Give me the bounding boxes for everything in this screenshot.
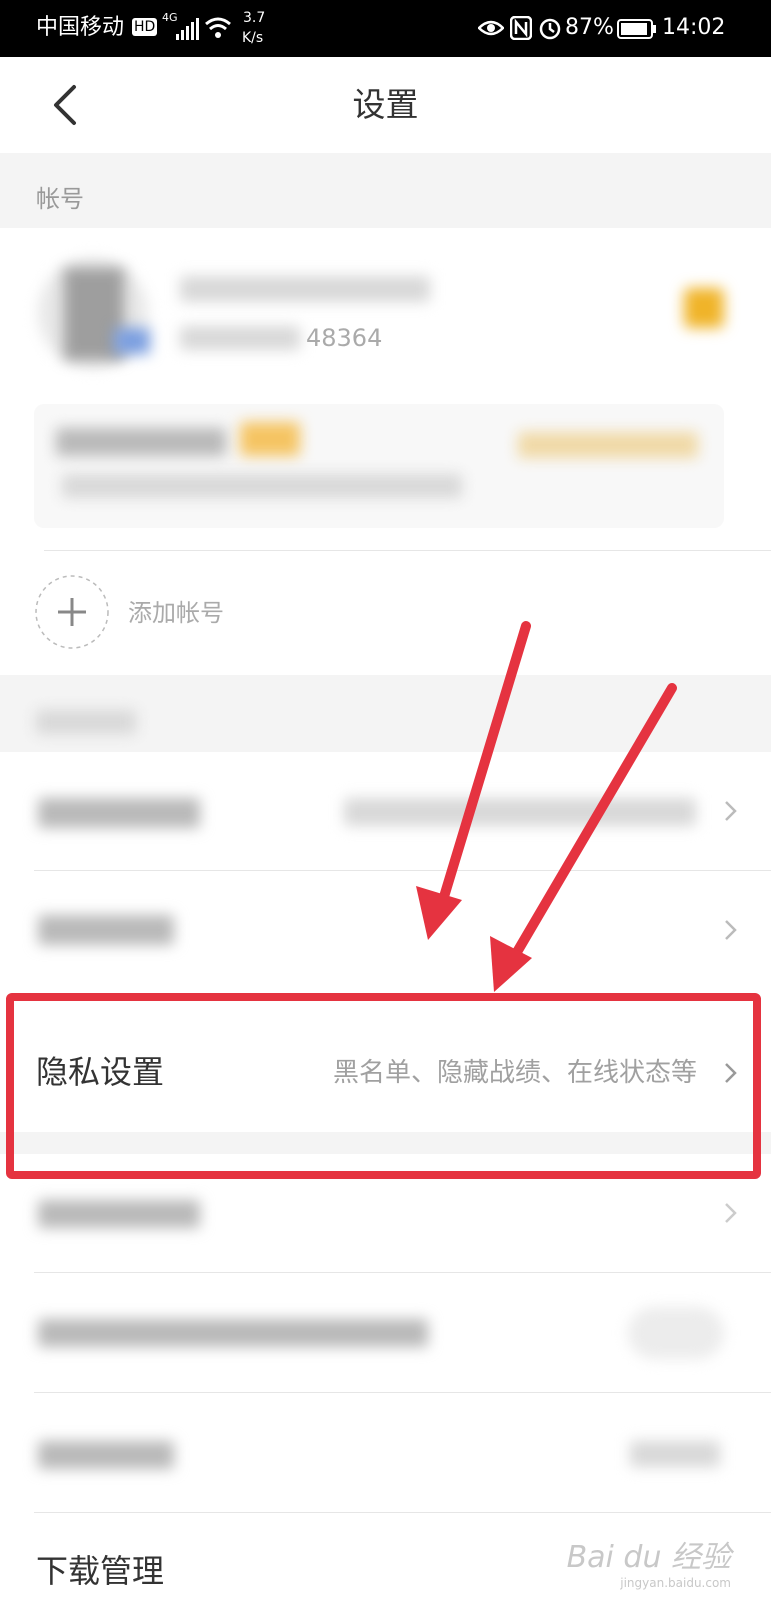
annotation-arrow-right: [490, 683, 677, 992]
watermark-brand: Bai du 经验: [566, 1540, 731, 1575]
watermark: Bai du 经验 jingyan.baidu.com: [567, 1532, 731, 1590]
annotation-arrow-left: [416, 621, 531, 940]
annotation-arrows: [416, 621, 677, 992]
watermark-url: jingyan.baidu.com: [620, 1576, 731, 1590]
